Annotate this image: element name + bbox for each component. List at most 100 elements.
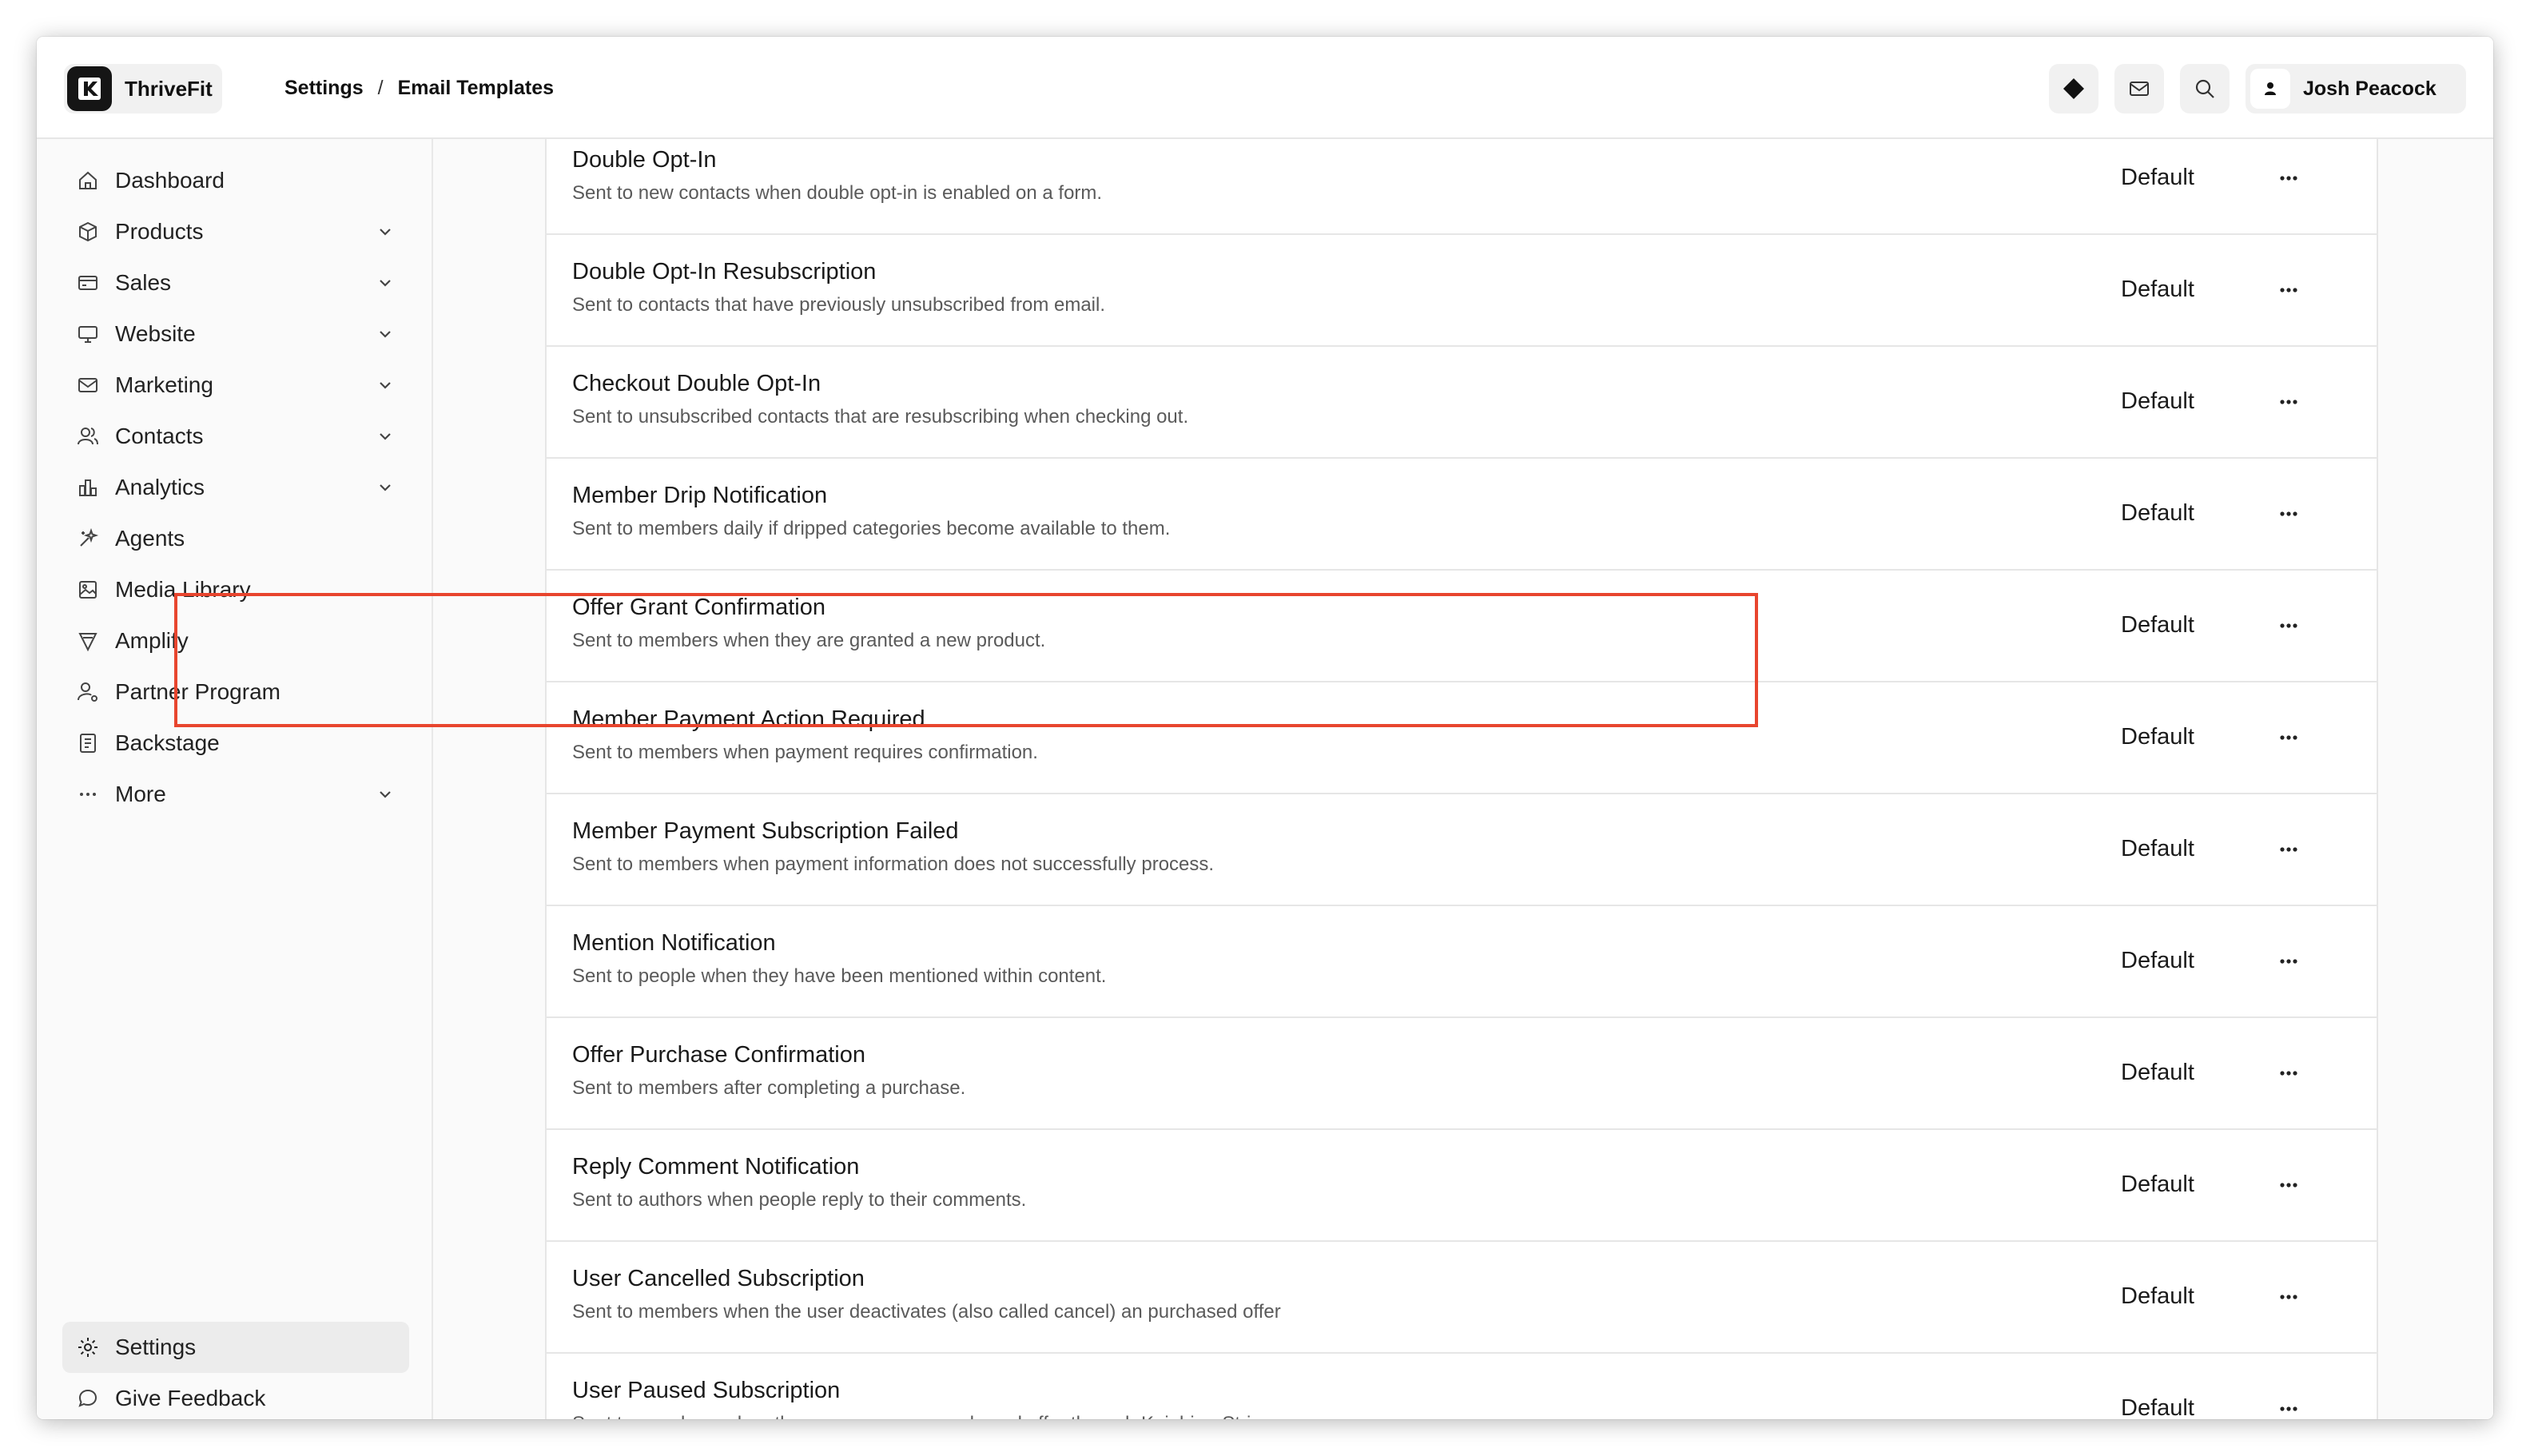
- row-actions-button[interactable]: [2265, 941, 2313, 981]
- row-actions-button[interactable]: [2265, 158, 2313, 198]
- sidebar-item-sales[interactable]: Sales: [62, 257, 409, 308]
- template-description: Sent to members when they are granted a …: [572, 630, 1046, 651]
- sidebar-item-settings[interactable]: Settings: [62, 1322, 409, 1373]
- chevron-down-icon[interactable]: [369, 223, 401, 241]
- row-actions-button[interactable]: [2265, 494, 2313, 534]
- template-row[interactable]: Double Opt-In Sent to new contacts when d…: [547, 139, 2377, 235]
- sidebar-item-website[interactable]: Website: [62, 308, 409, 360]
- chevron-down-icon[interactable]: [369, 786, 401, 803]
- chevron-down-icon[interactable]: [369, 428, 401, 445]
- chevron-down-icon[interactable]: [369, 376, 401, 394]
- template-title[interactable]: User Paused Subscription: [572, 1378, 840, 1404]
- template-title[interactable]: Checkout Double Opt-In: [572, 371, 821, 397]
- ellipsis-icon: [2280, 400, 2297, 404]
- template-row[interactable]: User Paused Subscription Sent to members …: [547, 1354, 2377, 1419]
- user-menu-button[interactable]: Josh Peacock: [2246, 64, 2466, 113]
- row-actions-button[interactable]: [2265, 829, 2313, 869]
- sidebar-item-agents[interactable]: Agents: [62, 513, 409, 564]
- sidebar-item-more[interactable]: More: [62, 769, 409, 820]
- sidebar-item-analytics[interactable]: Analytics: [62, 462, 409, 513]
- row-actions-button[interactable]: [2265, 1389, 2313, 1419]
- sidebar-item-contacts[interactable]: Contacts: [62, 411, 409, 462]
- chevron-down-icon[interactable]: [369, 325, 401, 343]
- template-row[interactable]: Double Opt-In Resubscription Sent to cont…: [547, 235, 2377, 347]
- template-description: Sent to members when payment requires co…: [572, 742, 1038, 763]
- sidebar-item-media-library[interactable]: Media Library: [62, 564, 409, 615]
- template-row[interactable]: Checkout Double Opt-In Sent to unsubscrib…: [547, 347, 2377, 459]
- template-description: Sent to members after completing a purch…: [572, 1077, 966, 1099]
- bar-chart-icon: [75, 475, 101, 500]
- template-title[interactable]: Member Payment Action Required: [572, 706, 925, 733]
- sidebar-item-label: Settings: [115, 1335, 197, 1359]
- row-actions-button[interactable]: [2265, 382, 2313, 422]
- template-status: Default: [2121, 948, 2194, 973]
- ellipsis-icon: [2280, 176, 2297, 181]
- brand-switcher[interactable]: ThriveFit: [64, 64, 222, 113]
- row-actions-button[interactable]: [2265, 718, 2313, 758]
- template-row[interactable]: Offer Purchase Confirmation Sent to membe…: [547, 1018, 2377, 1130]
- sidebar-item-label: Amplify: [115, 628, 189, 653]
- sidebar-item-label: More: [115, 782, 166, 806]
- template-title[interactable]: Reply Comment Notification: [572, 1154, 859, 1180]
- template-status: Default: [2121, 1172, 2194, 1197]
- sidebar-nav: Dashboard Products Sales Website Marketi…: [62, 155, 409, 820]
- sidebar-item-products[interactable]: Products: [62, 206, 409, 257]
- box-icon: [75, 219, 101, 245]
- row-actions-button[interactable]: [2265, 1277, 2313, 1317]
- row-actions-button[interactable]: [2265, 606, 2313, 646]
- sidebar-item-backstage[interactable]: Backstage: [62, 718, 409, 769]
- sidebar-item-label: Sales: [115, 270, 172, 295]
- inbox-button[interactable]: [2114, 64, 2164, 113]
- app-window: ThriveFit Settings / Email Templates Jos…: [37, 37, 2493, 1419]
- sidebar-bottom: Settings Give Feedback: [62, 1322, 409, 1419]
- row-actions-button[interactable]: [2265, 1165, 2313, 1205]
- top-actions: Josh Peacock: [2049, 64, 2466, 113]
- template-title[interactable]: User Cancelled Subscription: [572, 1266, 865, 1292]
- breadcrumb-settings-link[interactable]: Settings: [284, 77, 364, 100]
- brand-logo-icon: [67, 66, 112, 111]
- template-row[interactable]: User Cancelled Subscription Sent to membe…: [547, 1242, 2377, 1354]
- sidebar-item-label: Website: [115, 321, 196, 346]
- row-actions-button[interactable]: [2265, 1053, 2313, 1093]
- ellipsis-icon: [2280, 1406, 2297, 1411]
- template-title[interactable]: Double Opt-In: [572, 147, 717, 173]
- template-status: Default: [2121, 165, 2194, 190]
- chevron-down-icon[interactable]: [369, 479, 401, 496]
- chevron-down-icon[interactable]: [369, 274, 401, 292]
- sidebar-item-dashboard[interactable]: Dashboard: [62, 155, 409, 206]
- template-status: Default: [2121, 836, 2194, 861]
- template-title[interactable]: Member Drip Notification: [572, 483, 827, 509]
- user-name: Josh Peacock: [2303, 77, 2437, 100]
- sidebar-item-label: Analytics: [115, 475, 205, 499]
- template-title[interactable]: Offer Grant Confirmation: [572, 595, 825, 621]
- sidebar-item-marketing[interactable]: Marketing: [62, 360, 409, 411]
- search-button[interactable]: [2180, 64, 2230, 113]
- template-status: Default: [2121, 1395, 2194, 1419]
- ellipsis-icon: [75, 782, 101, 807]
- sidebar-item-partner-program[interactable]: Partner Program: [62, 666, 409, 718]
- ellipsis-icon: [2280, 623, 2297, 628]
- template-row[interactable]: Reply Comment Notification Sent to author…: [547, 1130, 2377, 1242]
- template-row[interactable]: Mention Notification Sent to people when …: [547, 906, 2377, 1018]
- upgrade-button[interactable]: [2049, 64, 2098, 113]
- template-row[interactable]: Member Payment Subscription Failed Sent t…: [547, 794, 2377, 906]
- template-title[interactable]: Mention Notification: [572, 930, 776, 957]
- user-icon: [2265, 82, 2276, 95]
- sidebar-item-give-feedback[interactable]: Give Feedback: [62, 1373, 409, 1419]
- template-title[interactable]: Offer Purchase Confirmation: [572, 1042, 865, 1068]
- template-status: Default: [2121, 1060, 2194, 1085]
- users-icon: [75, 424, 101, 449]
- template-row[interactable]: Member Payment Action Required Sent to me…: [547, 682, 2377, 794]
- ellipsis-icon: [2280, 1295, 2297, 1299]
- template-row[interactable]: Member Drip Notification Sent to members …: [547, 459, 2377, 571]
- row-actions-button[interactable]: [2265, 270, 2313, 310]
- ellipsis-icon: [2280, 511, 2297, 516]
- template-description: Sent to new contacts when double opt-in …: [572, 182, 1103, 204]
- template-description: Sent to members daily if dripped categor…: [572, 518, 1171, 539]
- sidebar-item-amplify[interactable]: Amplify: [62, 615, 409, 666]
- template-row[interactable]: Offer Grant Confirmation Sent to members …: [547, 571, 2377, 682]
- breadcrumb-current: Email Templates: [397, 76, 555, 99]
- template-title[interactable]: Double Opt-In Resubscription: [572, 259, 876, 285]
- top-bar: ThriveFit Settings / Email Templates Jos…: [37, 37, 2493, 139]
- template-title[interactable]: Member Payment Subscription Failed: [572, 818, 959, 845]
